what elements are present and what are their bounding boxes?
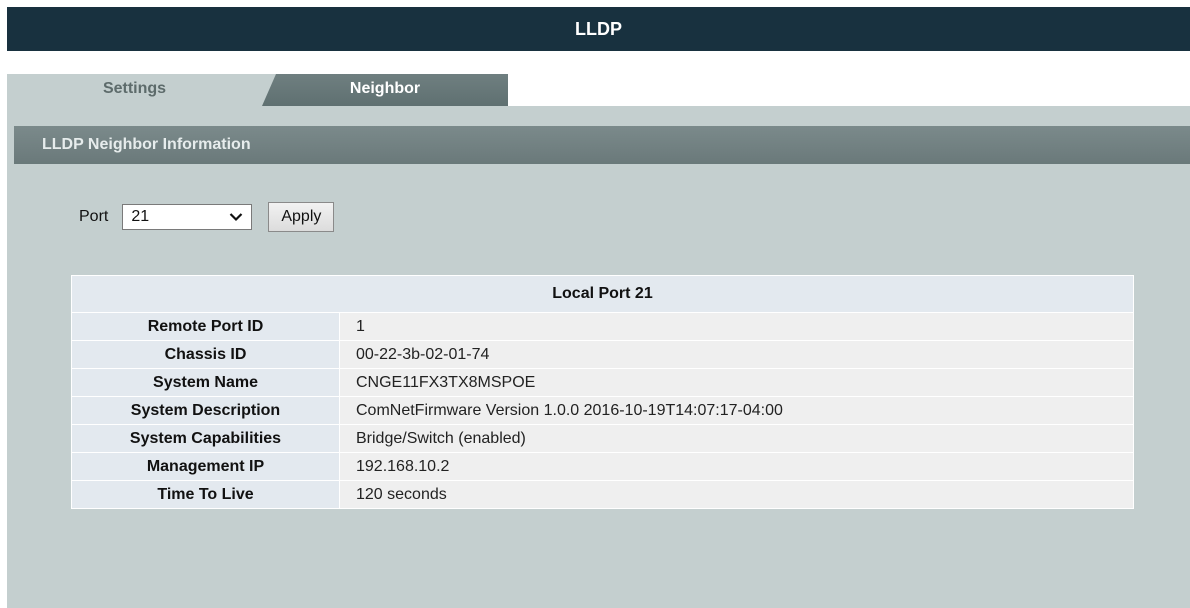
row-label-system-name: System Name <box>71 368 340 397</box>
tab-neighbor[interactable]: Neighbor <box>262 74 508 106</box>
row-value-remote-port-id: 1 <box>339 312 1134 341</box>
content-panel: LLDP Neighbor Information Port 21 Apply … <box>7 106 1190 608</box>
row-value-chassis-id: 00-22-3b-02-01-74 <box>339 340 1134 369</box>
neighbor-info-table: Local Port 21 Remote Port ID 1 Chassis I… <box>71 275 1134 509</box>
row-label-system-capabilities: System Capabilities <box>71 424 340 453</box>
page-title: LLDP <box>7 7 1190 51</box>
tab-bar: Settings Neighbor <box>7 74 1190 106</box>
row-label-chassis-id: Chassis ID <box>71 340 340 369</box>
row-value-management-ip: 192.168.10.2 <box>339 452 1134 481</box>
row-value-system-description: ComNetFirmware Version 1.0.0 2016-10-19T… <box>339 396 1134 425</box>
table-row: Chassis ID 00-22-3b-02-01-74 <box>71 340 1134 369</box>
table-row: System Capabilities Bridge/Switch (enabl… <box>71 424 1134 453</box>
row-value-system-name: CNGE11FX3TX8MSPOE <box>339 368 1134 397</box>
port-select[interactable]: 21 <box>122 204 253 230</box>
table-row: System Name CNGE11FX3TX8MSPOE <box>71 368 1134 397</box>
table-row: Management IP 192.168.10.2 <box>71 452 1134 481</box>
row-label-management-ip: Management IP <box>71 452 340 481</box>
section-title: LLDP Neighbor Information <box>14 126 1190 164</box>
row-label-time-to-live: Time To Live <box>71 480 340 509</box>
row-label-remote-port-id: Remote Port ID <box>71 312 340 341</box>
table-title: Local Port 21 <box>71 275 1134 313</box>
row-value-time-to-live: 120 seconds <box>339 480 1134 509</box>
row-value-system-capabilities: Bridge/Switch (enabled) <box>339 424 1134 453</box>
row-label-system-description: System Description <box>71 396 340 425</box>
table-row: System Description ComNetFirmware Versio… <box>71 396 1134 425</box>
port-selector-row: Port 21 Apply <box>79 201 335 233</box>
chevron-down-icon <box>230 213 243 222</box>
port-select-value: 21 <box>131 208 150 225</box>
tab-settings[interactable]: Settings <box>7 74 276 106</box>
table-row: Time To Live 120 seconds <box>71 480 1134 509</box>
port-label: Port <box>79 208 109 225</box>
table-row: Remote Port ID 1 <box>71 312 1134 341</box>
lldp-page: LLDP Settings Neighbor LLDP Neighbor Inf… <box>0 0 1190 608</box>
apply-button[interactable]: Apply <box>268 202 335 232</box>
